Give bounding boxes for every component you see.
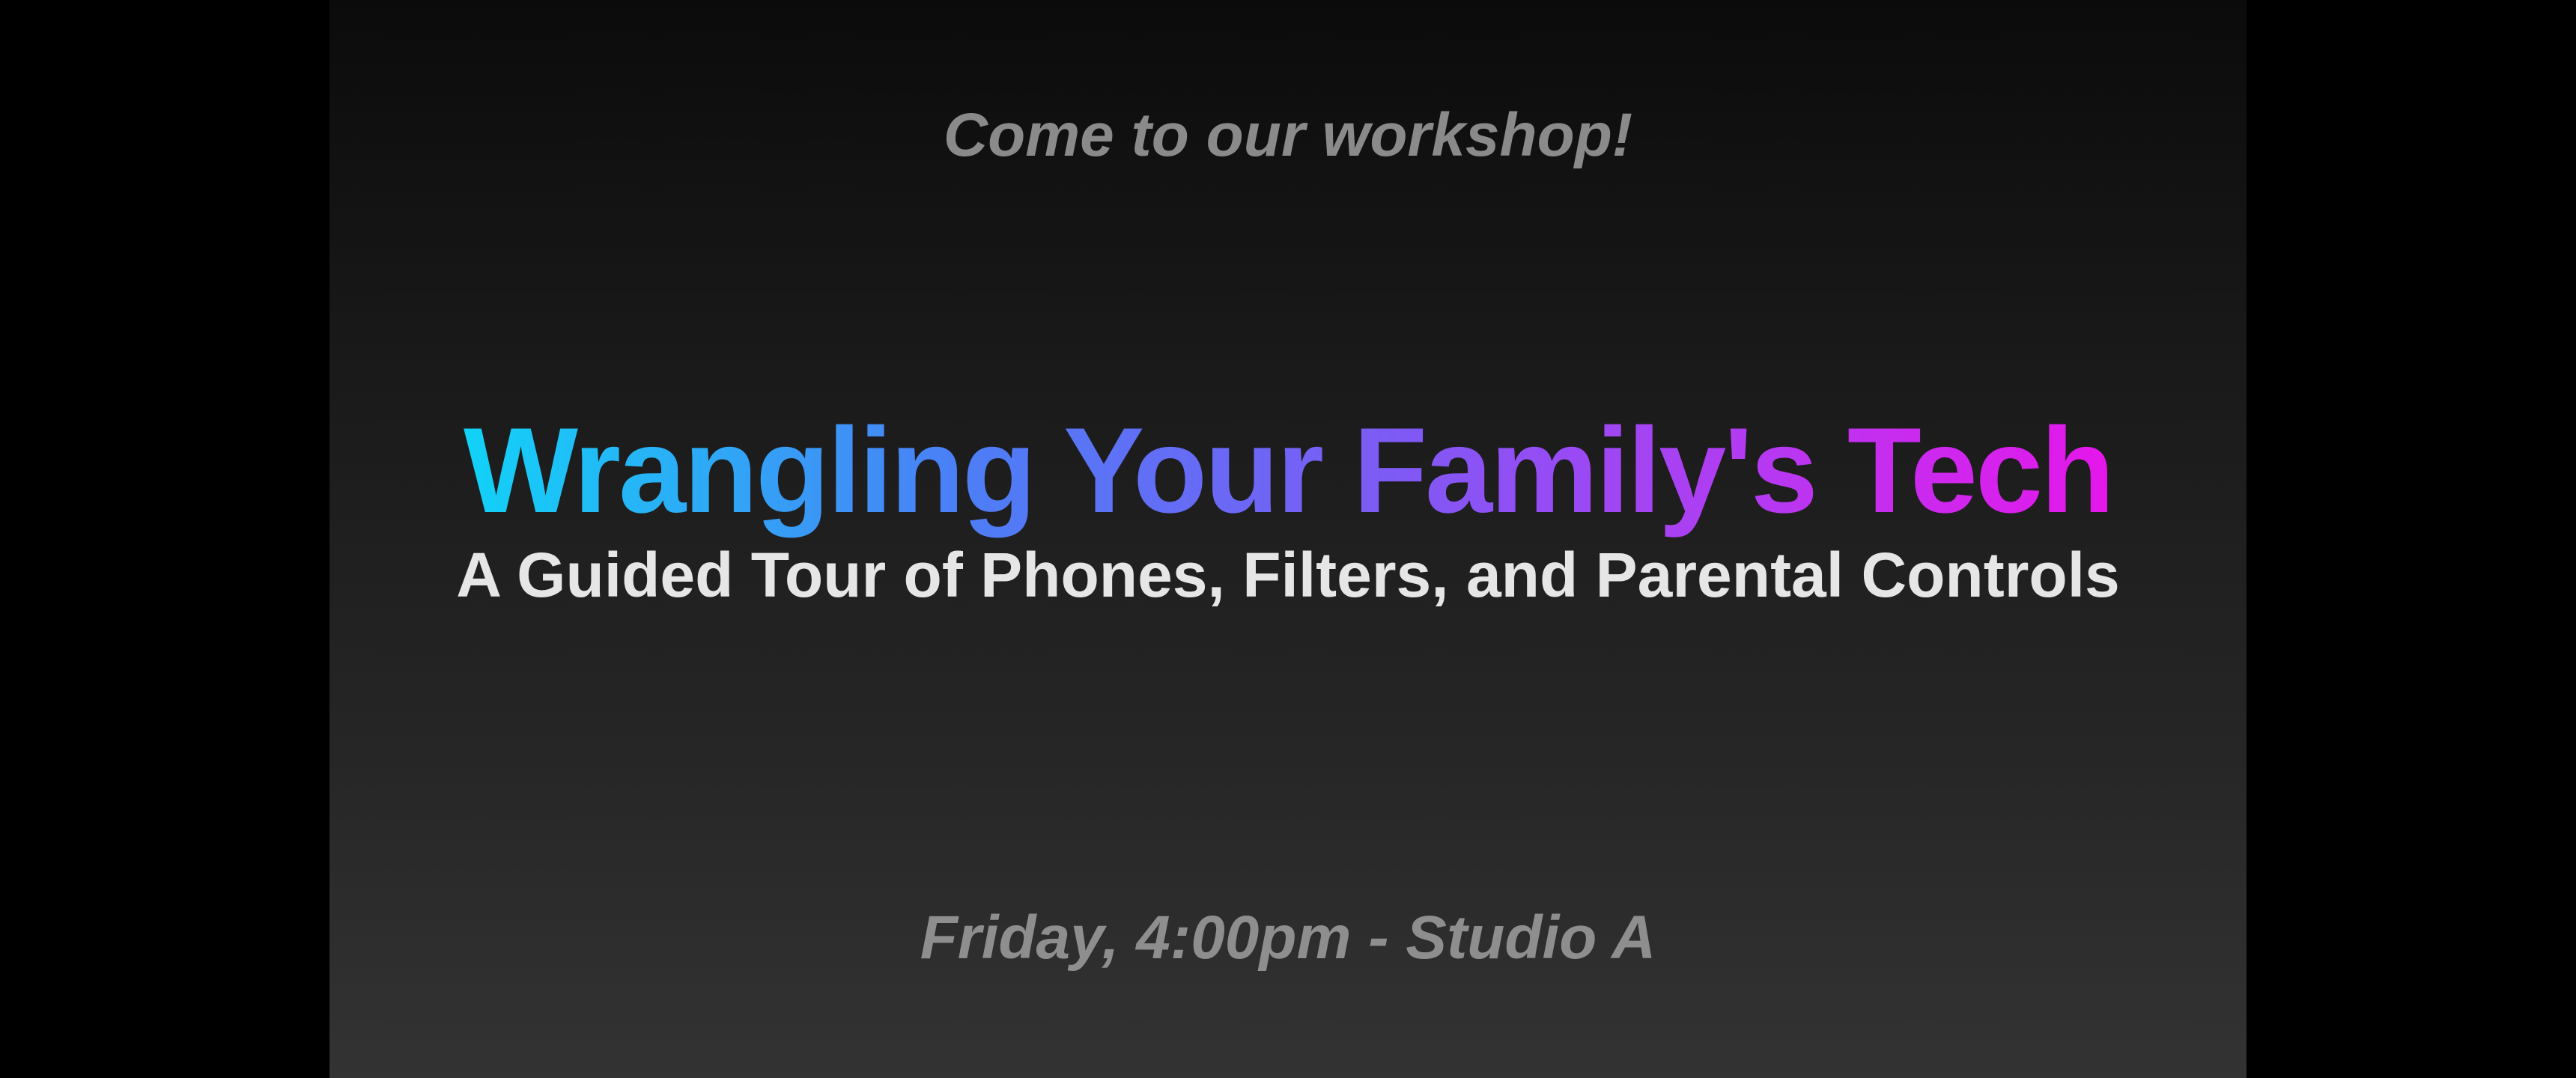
slide-title: Wrangling Your Family's Tech xyxy=(459,410,2117,542)
title-container: Wrangling Your Family's Tech xyxy=(329,410,2247,542)
event-details: Friday, 4:00pm - Studio A xyxy=(920,904,1656,972)
title-slide: Come to our workshop! Wrangling Your Fam… xyxy=(329,0,2247,1078)
presentation-stage: Come to our workshop! Wrangling Your Fam… xyxy=(0,0,2576,1078)
intro-tagline: Come to our workshop! xyxy=(943,101,1633,169)
slide-subtitle: A Guided Tour of Phones, Filters, and Pa… xyxy=(456,540,2120,610)
